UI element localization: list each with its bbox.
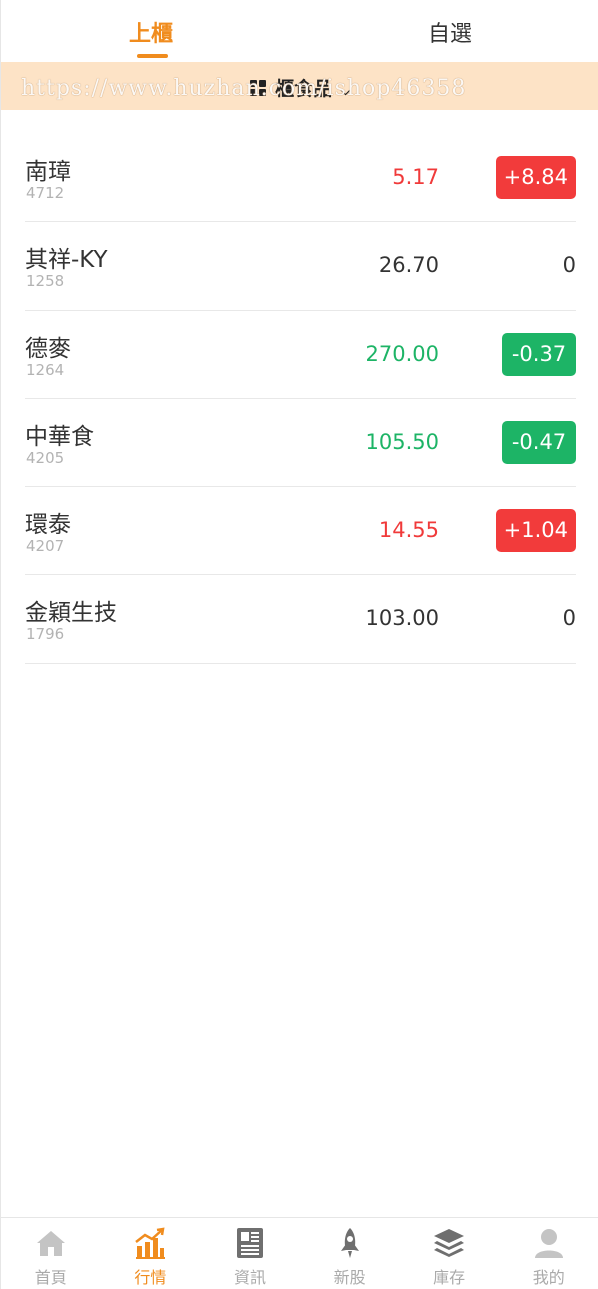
stock-code: 4207: [26, 537, 65, 556]
stock-price: 103.00: [365, 606, 439, 631]
category-selector[interactable]: 櫃食品 ⌵: [1, 62, 598, 110]
stock-price: 26.70: [378, 253, 439, 278]
rocket-icon: [333, 1226, 367, 1260]
chevron-down-icon: ⌵: [340, 83, 351, 99]
stock-name: 南璋: [25, 159, 71, 185]
nav-label: 首頁: [34, 1268, 67, 1287]
change-badge: +8.84: [495, 156, 576, 199]
stock-price: 5.17: [392, 165, 439, 189]
stock-price: 105.50: [365, 429, 439, 454]
stock-row[interactable]: 南璋 4712 5.17 +8.84: [25, 134, 576, 223]
stock-row[interactable]: 金穎生技 1796 103.00 0: [25, 575, 576, 664]
change-badge: 0: [562, 606, 576, 631]
nav-label: 行情: [134, 1268, 167, 1287]
stock-name: 德麥: [25, 335, 71, 362]
nav-item[interactable]: 行情: [101, 1218, 201, 1289]
stock-name: 中華食: [25, 423, 94, 450]
stock-name: 環泰: [25, 512, 71, 539]
nav-item[interactable]: 新股: [300, 1218, 400, 1289]
tab-otc[interactable]: 上櫃: [91, 16, 211, 48]
stock-code: 1258: [26, 272, 65, 291]
stock-row[interactable]: 中華食 4205 105.50 -0.47: [25, 399, 576, 488]
change-badge: 0: [562, 253, 576, 278]
stock-price: 270.00: [365, 341, 439, 366]
nav-label: 庫存: [433, 1268, 466, 1287]
home-icon: [34, 1226, 68, 1260]
grid-icon: [250, 80, 267, 96]
stock-code: 1796: [26, 625, 65, 644]
stock-row[interactable]: 環泰 4207 14.55 +1.04: [25, 487, 576, 576]
stock-code: 4712: [26, 184, 65, 202]
change-badge: +1.04: [495, 509, 576, 553]
nav-item[interactable]: 庫存: [399, 1218, 499, 1289]
stock-code: 1264: [26, 360, 65, 379]
category-label: 櫃食品: [275, 78, 333, 100]
market-tabs: 上櫃 自選: [1, 0, 598, 62]
category-selector-content[interactable]: 櫃食品 ⌵: [1, 74, 598, 101]
chart-icon: [133, 1226, 167, 1260]
nav-item[interactable]: 我的: [499, 1218, 598, 1289]
stock-code: 4205: [26, 448, 65, 467]
nav-label: 我的: [532, 1268, 565, 1287]
change-badge: -0.37: [502, 332, 576, 376]
stock-name: 其祥-KY: [25, 247, 108, 274]
nav-item[interactable]: 首頁: [1, 1218, 101, 1289]
stock-row[interactable]: 其祥-KY 1258 26.70 0: [25, 222, 576, 311]
news-icon: [233, 1226, 267, 1260]
user-icon: [532, 1226, 566, 1260]
stock-row[interactable]: 德麥 1264 270.00 -0.37: [25, 311, 576, 399]
stock-name: 金穎生技: [25, 600, 117, 627]
stock-list: 南璋 4712 5.17 +8.84 其祥-KY 1258 26.70 0 德麥 1264 270.…: [25, 134, 576, 664]
change-badge: -0.47: [502, 420, 576, 464]
layers-icon: [432, 1226, 466, 1260]
bottom-nav: 首頁 行情 資訊 新股 庫存 我的: [1, 1217, 598, 1289]
stock-price: 14.55: [378, 518, 439, 543]
nav-label: 新股: [333, 1268, 366, 1287]
nav-item[interactable]: 資訊: [200, 1218, 300, 1289]
nav-label: 資訊: [233, 1268, 266, 1287]
tab-watchlist[interactable]: 自選: [390, 16, 510, 48]
active-tab-indicator: [137, 54, 168, 58]
